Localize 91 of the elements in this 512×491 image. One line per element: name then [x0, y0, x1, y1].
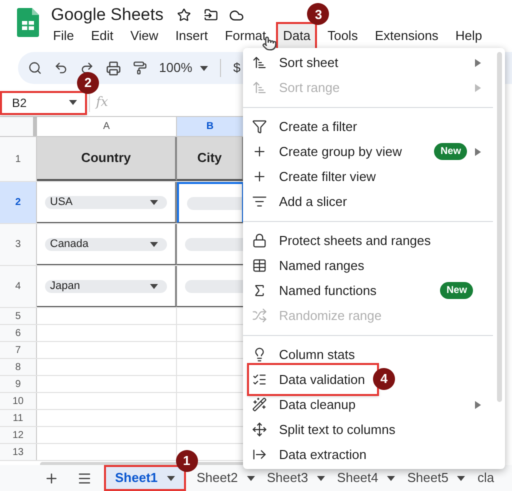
redo-icon[interactable] — [80, 61, 94, 75]
row-header[interactable]: 6 — [0, 325, 37, 341]
menu-item[interactable]: Sort sheet — [243, 50, 505, 75]
menu-bar-item[interactable]: Help — [448, 22, 490, 50]
star-icon[interactable] — [177, 8, 192, 22]
sigma-icon — [252, 283, 267, 298]
row-header[interactable]: 13 — [0, 444, 37, 460]
sheet-tab[interactable]: Sheet4 — [336, 465, 406, 491]
plus-icon — [252, 144, 267, 159]
row-header[interactable]: 11 — [0, 410, 37, 426]
menu-bar-item[interactable]: Extensions — [368, 22, 446, 50]
sort-icon — [252, 80, 267, 95]
spreadsheet-logo — [17, 8, 39, 37]
menu-item[interactable]: Named ranges — [243, 253, 505, 278]
menu-item[interactable]: Create group by view New — [243, 139, 505, 164]
magic-wand-icon — [252, 397, 267, 412]
submenu-arrow-icon — [475, 58, 481, 66]
move-folder-icon[interactable] — [204, 8, 218, 22]
chip-caret-icon — [150, 284, 158, 288]
dropdown-caret-icon — [69, 100, 77, 105]
undo-icon[interactable] — [54, 61, 68, 75]
currency-format-button[interactable]: $ — [233, 58, 240, 78]
dropdown-chip[interactable]: USA — [45, 196, 167, 208]
menu-item[interactable]: Split text to columns — [243, 417, 505, 442]
tab-caret-icon — [166, 476, 175, 480]
header-cell: Country — [37, 137, 177, 181]
menu-item[interactable]: Column stats — [243, 342, 505, 367]
sheet-tab[interactable]: Sheet3 — [266, 465, 336, 491]
chip-caret-icon — [150, 200, 158, 204]
menu-bar-item[interactable]: Insert — [168, 22, 215, 50]
row-header[interactable]: 5 — [0, 308, 37, 324]
submenu-arrow-icon — [475, 148, 481, 156]
add-sheet-icon[interactable] — [44, 470, 59, 486]
tab-caret-icon — [246, 476, 255, 480]
cloud-icon[interactable] — [229, 8, 244, 22]
table-icon — [252, 258, 267, 273]
new-badge: New — [440, 282, 473, 299]
menu-item[interactable]: Add a slicer — [243, 189, 505, 214]
lightbulb-icon — [252, 347, 267, 362]
column-header[interactable]: B — [177, 117, 244, 136]
row-header[interactable]: 2 — [0, 182, 37, 223]
all-sheets-icon[interactable] — [77, 470, 92, 486]
checklist-icon — [252, 372, 267, 387]
header-cell: City — [177, 137, 244, 181]
paint-format-icon[interactable] — [133, 61, 147, 75]
submenu-arrow-icon — [475, 400, 481, 408]
row-header[interactable]: 4 — [0, 266, 37, 307]
formula-label: fx — [96, 94, 108, 112]
search-icon[interactable] — [28, 61, 42, 75]
zoom-select[interactable]: 100% — [159, 58, 208, 78]
sheet-tab[interactable]: cla — [476, 465, 506, 491]
menu-bar-item[interactable]: Data — [276, 22, 318, 50]
row-header[interactable]: 1 — [0, 137, 37, 181]
step-badge: 3 — [307, 3, 330, 26]
chip-caret-icon — [150, 242, 158, 246]
new-badge: New — [434, 143, 467, 160]
menu-bar-item[interactable]: Format — [218, 22, 273, 50]
row-header[interactable]: 8 — [0, 359, 37, 375]
menu-item[interactable]: Protect sheets and ranges — [243, 228, 505, 253]
move-arrows-icon — [252, 422, 267, 437]
shuffle-icon — [252, 308, 267, 323]
print-icon[interactable] — [106, 60, 121, 76]
tab-caret-icon — [387, 476, 396, 480]
name-box[interactable]: B2 — [0, 90, 87, 114]
dropdown-chip[interactable]: Canada — [45, 238, 167, 250]
lines-icon — [252, 194, 267, 209]
menu-item[interactable]: Data cleanup — [243, 392, 505, 417]
row-header[interactable]: 7 — [0, 342, 37, 358]
menu-item[interactable]: Create filter view — [243, 164, 505, 189]
step-badge: 4 — [373, 368, 395, 390]
lock-icon — [252, 233, 267, 248]
row-header[interactable]: 9 — [0, 376, 37, 392]
step-badge: 1 — [176, 450, 198, 472]
row-header[interactable]: 3 — [0, 224, 37, 265]
funnel-icon — [252, 119, 267, 134]
menu-scrollbar[interactable] — [497, 52, 502, 402]
sheet-tab[interactable]: Sheet2 — [196, 465, 266, 491]
row-header[interactable]: 12 — [0, 427, 37, 443]
sheet-tab[interactable]: Sheet5 — [406, 465, 476, 491]
plus-icon — [252, 169, 267, 184]
menu-item[interactable]: Named functions New — [243, 278, 505, 303]
tab-caret-icon — [317, 476, 326, 480]
sheet-tab[interactable]: Sheet1 — [104, 465, 186, 491]
menu-item[interactable]: Data extraction — [243, 442, 505, 467]
dropdown-chip[interactable]: Japan — [45, 280, 167, 292]
tab-caret-icon — [457, 476, 466, 480]
sort-icon — [252, 55, 267, 70]
menu-item[interactable]: Create a filter — [243, 114, 505, 139]
caret-icon — [200, 66, 208, 70]
submenu-arrow-icon — [475, 84, 481, 92]
row-header[interactable]: 10 — [0, 393, 37, 409]
